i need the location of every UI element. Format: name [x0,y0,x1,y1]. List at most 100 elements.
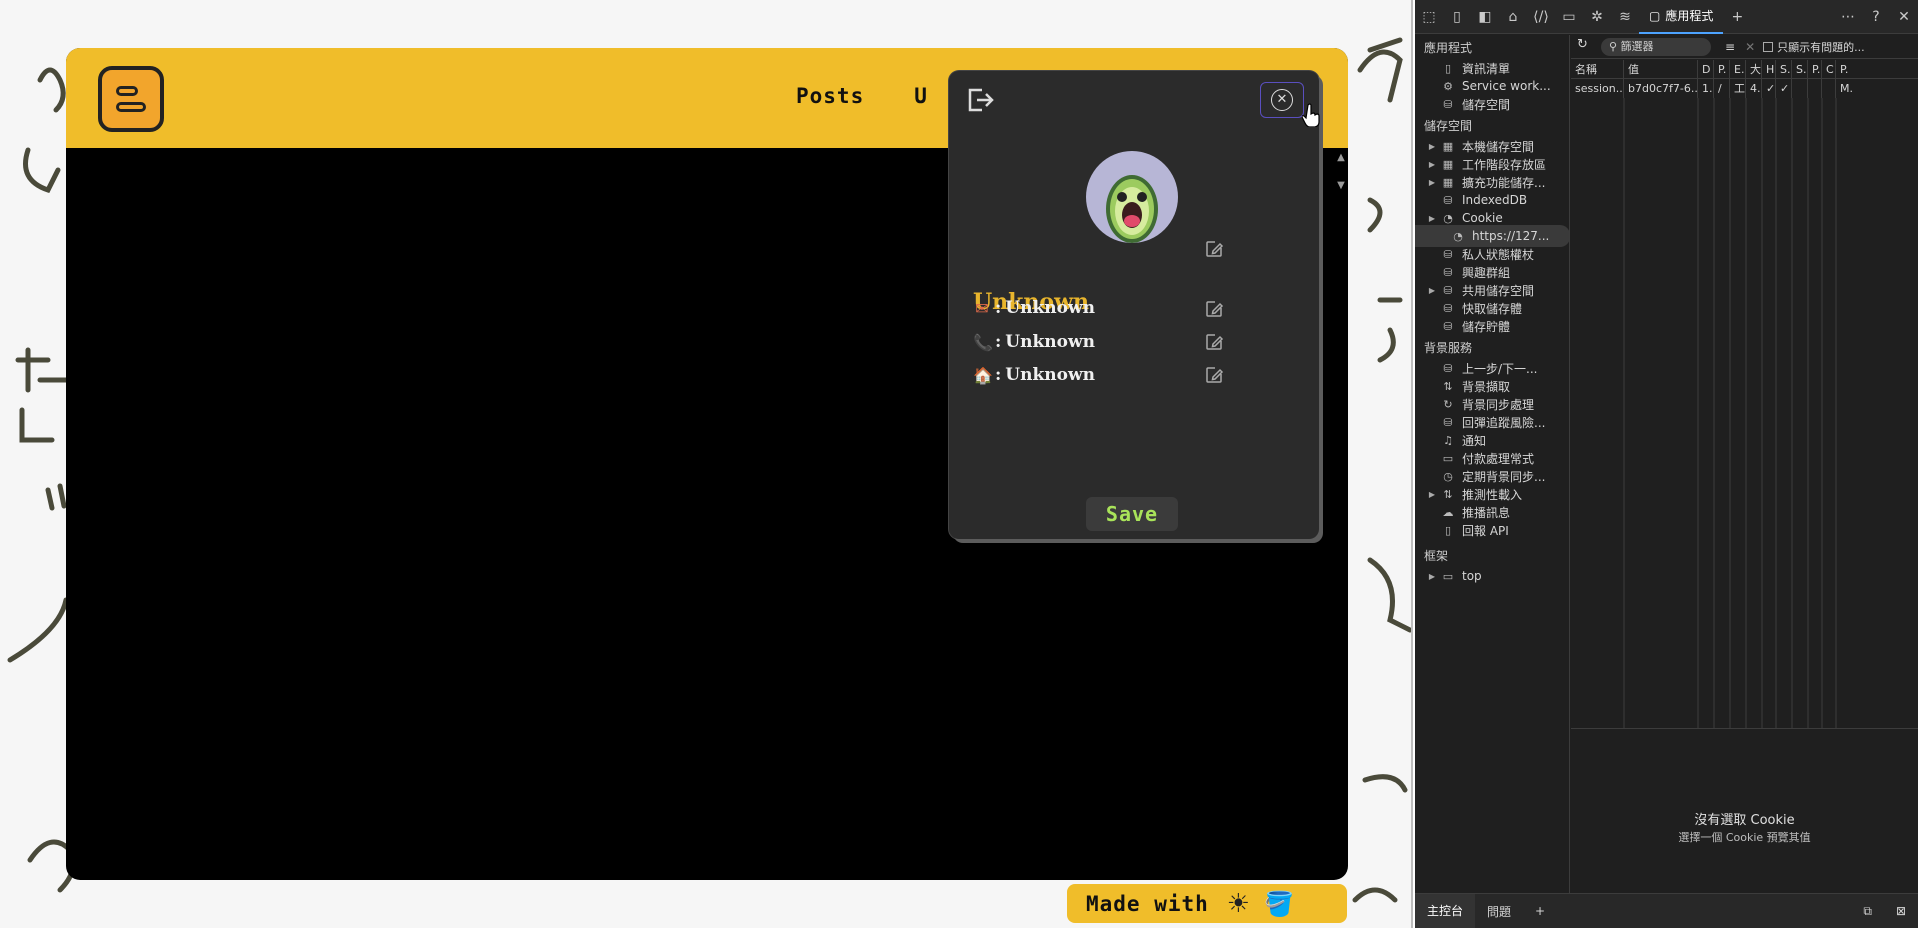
devtools-panel: ⬚ ▯ ◧ ⌂ ⟨/⟩ ▭ ✲ ≋ ▢ 應用程式 + ⋯ ? ✕ 應用程式 ▯ 資… [1415,0,1918,928]
paint-bucket-icon: 🪣 [1264,889,1294,918]
sun-icon: ☀ [1226,888,1251,919]
section-frames: 框架 [1424,549,1449,563]
network-wifi-icon[interactable]: ≋ [1611,9,1639,25]
cell-value: b7d0c7f7-6... [1624,79,1698,98]
table-column-lines [1623,98,1837,728]
cookie-preview-empty: 沒有選取 Cookie 選擇一個 Cookie 預覽其值 [1571,728,1918,893]
tree-storage-buckets[interactable]: ⛁ 儲存貯體 [1415,315,1569,337]
section-background: 背景服務 [1424,341,1473,355]
cell-secure: ✓ [1776,79,1792,98]
tree-frame-top[interactable]: ▶ ▭ top [1415,565,1569,587]
database-icon: ⛁ [1443,265,1453,279]
bell-icon: ♫ [1443,433,1453,447]
close-button[interactable]: ✕ [1260,82,1304,118]
edit-name-icon[interactable] [1204,239,1224,259]
email-value: Unknown [1005,298,1095,318]
profile-modal: ✕ Unknown ✉ : Unknown 📞: Unknown 🏠: Un… [949,71,1320,539]
edit-phone-icon[interactable] [1204,332,1224,352]
cookie-icon: ◔ [1443,211,1453,225]
save-button[interactable]: Save [1086,497,1178,531]
column-value[interactable]: 值 [1624,60,1698,78]
browser-viewport: Posts U ▲ ▼ Made with ☀ 🪣 ✕ Unknown ✉: … [0,0,1413,928]
blogger-logo-icon[interactable] [98,66,164,132]
cell-path: / [1714,79,1730,98]
database-icon: ⛁ [1443,301,1453,315]
tab-console[interactable]: 主控台 [1415,893,1476,928]
more-options-icon[interactable]: ⋯ [1834,9,1862,25]
arrows-updown-icon: ⇅ [1443,487,1453,501]
column-size[interactable]: 大 [1746,60,1762,78]
logo-bar [116,86,138,96]
column-domain[interactable]: D [1698,60,1714,78]
filter-input[interactable]: ⚲ 篩選器 [1601,37,1711,56]
cell-size: 4... [1746,79,1762,98]
logout-icon[interactable] [965,85,995,115]
delete-all-icon[interactable]: ✕ [1745,40,1755,54]
database-icon: ⛁ [1443,283,1453,297]
made-with-badge: Made with ☀ 🪣 [1067,884,1347,923]
nav-posts[interactable]: Posts [796,84,864,108]
welcome-home-icon[interactable]: ⌂ [1499,9,1527,25]
close-drawer-icon[interactable]: ⊠ [1884,904,1918,918]
phone-value: Unknown [1005,332,1095,352]
close-icon: ✕ [1271,89,1293,111]
avatar[interactable] [1086,151,1178,243]
cloud-icon: ☁ [1442,505,1454,519]
document-icon: ▯ [1444,61,1452,75]
column-secure[interactable]: S. [1776,60,1792,78]
column-name[interactable]: 名稱 [1571,60,1624,78]
column-path[interactable]: P. [1714,60,1730,78]
no-cookie-selected-title: 沒有選取 Cookie [1694,813,1795,828]
inspect-icon[interactable]: ⬚ [1415,9,1443,25]
column-expires[interactable]: E. [1730,60,1746,78]
elements-icon[interactable]: ⟨/⟩ [1527,9,1555,25]
phone-row: 📞 : Unknown [973,332,1095,352]
cell-httponly: ✓ [1762,79,1776,98]
tree-reporting-api[interactable]: ▯ 回報 API [1415,519,1569,541]
console-icon[interactable]: ▭ [1555,9,1583,25]
column-cross-site[interactable]: C [1822,60,1836,78]
column-samesite[interactable]: S. [1792,60,1808,78]
edit-email-icon[interactable] [1204,299,1224,319]
edit-address-icon[interactable] [1204,365,1224,385]
tree-storage-overview[interactable]: ⛁ 儲存空間 [1415,93,1569,115]
help-icon[interactable]: ? [1862,9,1890,25]
logo-bar [116,102,146,112]
nav-users[interactable]: U [914,84,928,108]
database-icon: ⛁ [1443,319,1453,333]
database-icon: ⛁ [1443,415,1453,429]
column-partition[interactable]: P. [1808,60,1822,78]
cookie-icon: ◔ [1453,229,1463,243]
grid-icon: ▦ [1442,175,1454,189]
only-issues-label: 只顯示有問題的... [1777,40,1865,54]
filter-icon: ⚲ [1609,39,1621,53]
cell-domain: 1... [1698,79,1714,98]
tab-application[interactable]: ▢ 應用程式 [1639,0,1724,34]
application-sidebar: 應用程式 ▯ 資訊清單 ⚙ Service work... ⛁ 儲存空間 儲存空間 ▶… [1415,35,1570,893]
sources-bug-icon[interactable]: ✲ [1583,9,1611,25]
scroll-up-arrow-icon[interactable]: ▲ [1334,150,1348,166]
only-issues-checkbox[interactable] [1763,41,1774,52]
undock-drawer-icon[interactable]: ⧉ [1851,904,1884,919]
clear-filter-icon[interactable]: ≡ [1725,40,1735,54]
database-icon: ⛁ [1443,193,1453,207]
dock-icon[interactable]: ◧ [1471,9,1499,25]
column-httponly[interactable]: H [1762,60,1776,78]
refresh-icon[interactable]: ↻ [1577,37,1588,52]
column-priority[interactable]: P. [1836,60,1856,78]
grid-icon: ▦ [1442,157,1454,171]
scroll-down-arrow-icon[interactable]: ▼ [1334,178,1348,194]
envelope-icon: ✉ [975,298,989,318]
add-drawer-tab-icon[interactable]: + [1523,904,1557,918]
close-devtools-icon[interactable]: ✕ [1890,9,1918,25]
address-value: Unknown [1005,365,1095,385]
cookie-filter-bar: ↻ ⚲ 篩選器 ≡ ✕ 只顯示有問題的... [1571,35,1918,59]
devtools-toolbar: ⬚ ▯ ◧ ⌂ ⟨/⟩ ▭ ✲ ≋ ▢ 應用程式 + ⋯ ? ✕ [1415,0,1918,34]
database-icon: ⛁ [1443,247,1453,261]
phone-colon: : [995,332,1002,352]
add-tab-icon[interactable]: + [1723,9,1751,25]
device-toggle-icon[interactable]: ▯ [1443,9,1471,25]
tab-issues[interactable]: 問題 [1475,903,1523,920]
table-row[interactable]: session... b7d0c7f7-6... 1... / 工 4... ✓… [1571,79,1918,98]
sync-icon: ↻ [1443,397,1453,411]
